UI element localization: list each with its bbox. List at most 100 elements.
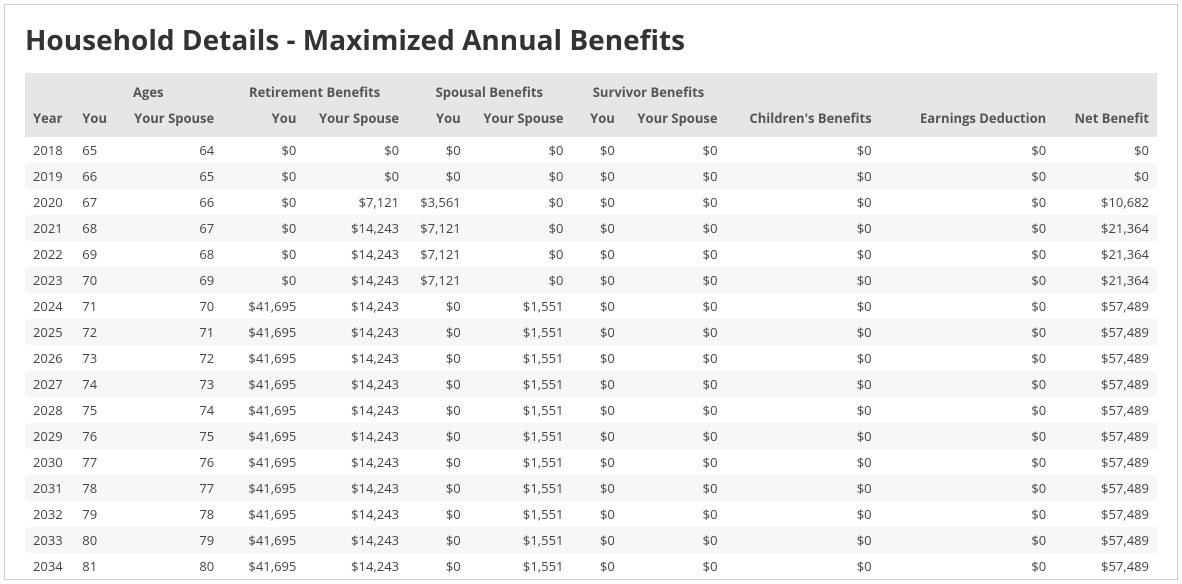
- cell-year: 2022: [25, 241, 74, 267]
- cell-children: $0: [726, 293, 880, 319]
- table-row: 20267372$41,695$14,243$0$1,551$0$0$0$0$5…: [25, 345, 1157, 371]
- col-sp-spouse: Your Spouse: [469, 103, 572, 137]
- cell-ret_spouse: $14,243: [304, 215, 407, 241]
- cell-sp_spouse: $0: [469, 163, 572, 189]
- cell-year: 2031: [25, 475, 74, 501]
- cell-ret_you: $41,695: [222, 423, 304, 449]
- cell-age_spouse: 64: [119, 137, 222, 163]
- cell-ret_spouse: $7,121: [304, 189, 407, 215]
- cell-ret_spouse: $14,243: [304, 397, 407, 423]
- col-age-you: You: [74, 103, 119, 137]
- cell-children: $0: [726, 241, 880, 267]
- cell-sv_you: $0: [571, 449, 622, 475]
- cell-children: $0: [726, 215, 880, 241]
- cell-ret_you: $0: [222, 189, 304, 215]
- cell-age_spouse: 75: [119, 423, 222, 449]
- cell-children: $0: [726, 553, 880, 579]
- cell-age_spouse: 72: [119, 345, 222, 371]
- cell-age_you: 81: [74, 553, 119, 579]
- group-blank: [726, 73, 880, 103]
- cell-sv_spouse: $0: [623, 319, 726, 345]
- cell-sp_spouse: $1,551: [469, 319, 572, 345]
- table-row: 20277473$41,695$14,243$0$1,551$0$0$0$0$5…: [25, 371, 1157, 397]
- cell-earn_ded: $0: [880, 215, 1055, 241]
- cell-ret_spouse: $14,243: [304, 501, 407, 527]
- cell-sv_you: $0: [571, 189, 622, 215]
- cell-ret_you: $41,695: [222, 371, 304, 397]
- cell-sv_you: $0: [571, 215, 622, 241]
- group-spousal: Spousal Benefits: [407, 73, 571, 103]
- cell-sv_you: $0: [571, 345, 622, 371]
- cell-earn_ded: $0: [880, 527, 1055, 553]
- cell-age_spouse: 71: [119, 319, 222, 345]
- cell-net: $57,489: [1054, 423, 1157, 449]
- cell-sp_you: $0: [407, 137, 469, 163]
- cell-earn_ded: $0: [880, 553, 1055, 579]
- cell-year: 2034: [25, 553, 74, 579]
- table-group-header-row: Ages Retirement Benefits Spousal Benefit…: [25, 73, 1157, 103]
- cell-sp_you: $7,121: [407, 267, 469, 293]
- cell-children: $0: [726, 371, 880, 397]
- cell-earn_ded: $0: [880, 241, 1055, 267]
- cell-age_you: 71: [74, 293, 119, 319]
- cell-ret_you: $41,695: [222, 553, 304, 579]
- cell-sp_you: $0: [407, 319, 469, 345]
- benefits-panel: Household Details - Maximized Annual Ben…: [4, 4, 1178, 580]
- cell-sp_you: $7,121: [407, 241, 469, 267]
- cell-net: $57,489: [1054, 475, 1157, 501]
- cell-sp_you: $0: [407, 293, 469, 319]
- cell-ret_you: $41,695: [222, 345, 304, 371]
- cell-sv_spouse: $0: [623, 553, 726, 579]
- cell-net: $57,489: [1054, 371, 1157, 397]
- cell-sv_spouse: $0: [623, 215, 726, 241]
- group-blank: [1054, 73, 1157, 103]
- col-age-spouse: Your Spouse: [119, 103, 222, 137]
- cell-age_spouse: 78: [119, 501, 222, 527]
- cell-year: 2033: [25, 527, 74, 553]
- cell-children: $0: [726, 527, 880, 553]
- cell-sp_you: $0: [407, 475, 469, 501]
- cell-ret_you: $0: [222, 241, 304, 267]
- col-ret-you: You: [222, 103, 304, 137]
- cell-sv_you: $0: [571, 241, 622, 267]
- cell-year: 2018: [25, 137, 74, 163]
- cell-sp_you: $0: [407, 397, 469, 423]
- cell-sv_spouse: $0: [623, 449, 726, 475]
- col-ret-spouse: Your Spouse: [304, 103, 407, 137]
- cell-year: 2023: [25, 267, 74, 293]
- cell-net: $57,489: [1054, 397, 1157, 423]
- cell-sp_you: $0: [407, 345, 469, 371]
- cell-ret_you: $41,695: [222, 449, 304, 475]
- cell-age_spouse: 79: [119, 527, 222, 553]
- cell-sp_spouse: $0: [469, 241, 572, 267]
- cell-ret_spouse: $14,243: [304, 423, 407, 449]
- cell-age_spouse: 76: [119, 449, 222, 475]
- col-year: Year: [25, 103, 74, 137]
- cell-sp_you: $0: [407, 527, 469, 553]
- col-children: Children's Benefits: [726, 103, 880, 137]
- table-row: 20186564$0$0$0$0$0$0$0$0$0: [25, 137, 1157, 163]
- cell-sp_spouse: $1,551: [469, 449, 572, 475]
- cell-earn_ded: $0: [880, 293, 1055, 319]
- cell-sv_spouse: $0: [623, 475, 726, 501]
- cell-sp_spouse: $1,551: [469, 501, 572, 527]
- cell-children: $0: [726, 345, 880, 371]
- cell-sp_you: $0: [407, 163, 469, 189]
- cell-children: $0: [726, 163, 880, 189]
- table-header-row: Year You Your Spouse You Your Spouse You…: [25, 103, 1157, 137]
- cell-age_you: 73: [74, 345, 119, 371]
- cell-age_you: 65: [74, 137, 119, 163]
- cell-year: 2026: [25, 345, 74, 371]
- cell-children: $0: [726, 189, 880, 215]
- group-blank: [880, 73, 1055, 103]
- cell-age_you: 80: [74, 527, 119, 553]
- cell-earn_ded: $0: [880, 345, 1055, 371]
- table-row: 20226968$0$14,243$7,121$0$0$0$0$0$21,364: [25, 241, 1157, 267]
- cell-sv_you: $0: [571, 137, 622, 163]
- cell-children: $0: [726, 137, 880, 163]
- cell-age_spouse: 65: [119, 163, 222, 189]
- cell-net: $10,682: [1054, 189, 1157, 215]
- cell-sv_you: $0: [571, 527, 622, 553]
- cell-children: $0: [726, 501, 880, 527]
- cell-sv_you: $0: [571, 423, 622, 449]
